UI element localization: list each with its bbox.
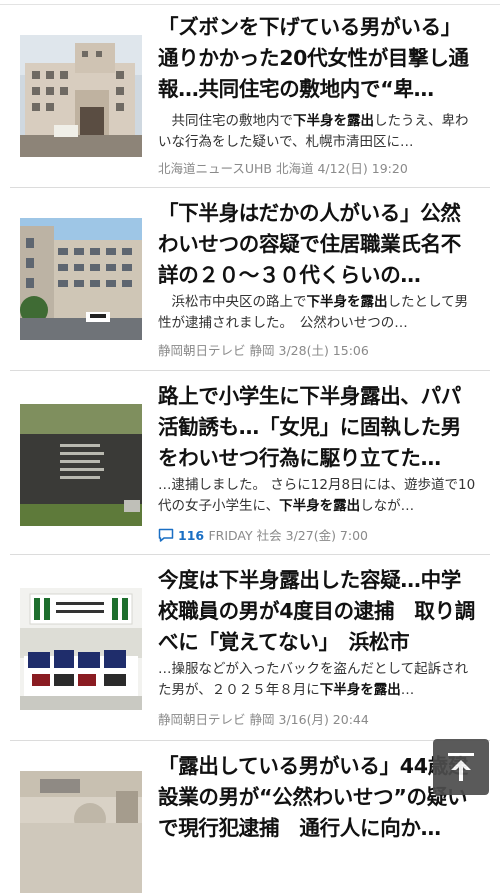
article-snippet: …操服などが入ったバックを盗んだとして起訴された男が、２０２５年８月に下半身を露… <box>158 661 469 698</box>
article-category: 社会 <box>256 528 282 543</box>
article-item[interactable]: 今度は下半身露出した容疑…中学校職員の男が4度目の逮捕 取り調べに「覚えてない」… <box>0 555 500 738</box>
article-date: 3/28(土) 15:06 <box>278 343 369 358</box>
article-item[interactable]: 「下半身はだかの人がいる」公然わいせつの容疑で住居職業氏名不詳の２０～３０代くら… <box>0 188 500 370</box>
article-meta: 116 FRIDAY 社会 3/27(金) 7:00 <box>158 525 480 544</box>
article-snippet: 浜松市中央区の路上で下半身を露出したとして男性が逮捕されました。 公然わいせつの… <box>158 294 469 331</box>
comment-count-link[interactable]: 116 <box>158 528 208 543</box>
comment-icon <box>158 528 174 542</box>
back-to-top-button[interactable] <box>433 739 489 795</box>
article-thumbnail <box>20 771 142 893</box>
article-date: 3/27(金) 7:00 <box>285 528 368 543</box>
article-date: 3/16(月) 20:44 <box>278 712 369 727</box>
article-source: 静岡朝日テレビ <box>158 712 246 727</box>
article-title[interactable]: 「下半身はだかの人がいる」公然わいせつの容疑で住居職業氏名不詳の２０～３０代くら… <box>158 198 480 291</box>
article-thumbnail <box>20 404 142 526</box>
article-snippet: 共同住宅の敷地内で下半身を露出したうえ、卑わいな行為をした疑いで、札幌市清田区に… <box>158 113 469 150</box>
arrow-up-to-line-icon <box>448 753 474 781</box>
article-meta: 静岡朝日テレビ 静岡 3/28(土) 15:06 <box>158 340 480 359</box>
article-item[interactable]: 「ズボンを下げている男がいる」通りかかった20代女性が目撃し通報…共同住宅の敷地… <box>0 0 500 188</box>
article-title[interactable]: 今度は下半身露出した容疑…中学校職員の男が4度目の逮捕 取り調べに「覚えてない」… <box>158 565 480 658</box>
article-source: FRIDAY <box>208 528 253 543</box>
article-category: 静岡 <box>249 343 275 358</box>
article-category: 北海道 <box>275 161 314 176</box>
article-meta: 北海道ニュースUHB 北海道 4/12(日) 19:20 <box>158 158 480 177</box>
article-snippet: …逮捕しました。 さらに12月8日には、遊歩道で10代の女子小学生に、下半身を露… <box>158 477 476 514</box>
article-item[interactable]: 「露出している男がいる」44歳建設業の男が“公然わいせつ”の疑いで現行犯逮捕 通… <box>0 741 500 893</box>
article-source: 北海道ニュースUHB <box>158 161 272 176</box>
article-thumbnail <box>20 218 142 340</box>
article-item[interactable]: 路上で小学生に下半身露出、パパ活勧誘も…「女児」に固執した男をわいせつ行為に駆り… <box>0 371 500 554</box>
article-title[interactable]: 「露出している男がいる」44歳建設業の男が“公然わいせつ”の疑いで現行犯逮捕 通… <box>158 751 480 844</box>
article-meta: 静岡朝日テレビ 静岡 3/16(月) 20:44 <box>158 709 480 728</box>
article-date: 4/12(日) 19:20 <box>317 161 408 176</box>
article-thumbnail <box>20 35 142 157</box>
article-title[interactable]: 路上で小学生に下半身露出、パパ活勧誘も…「女児」に固執した男をわいせつ行為に駆り… <box>158 381 480 474</box>
article-source: 静岡朝日テレビ <box>158 343 246 358</box>
article-thumbnail <box>20 588 142 710</box>
article-title[interactable]: 「ズボンを下げている男がいる」通りかかった20代女性が目撃し通報…共同住宅の敷地… <box>158 12 480 105</box>
article-category: 静岡 <box>249 712 275 727</box>
